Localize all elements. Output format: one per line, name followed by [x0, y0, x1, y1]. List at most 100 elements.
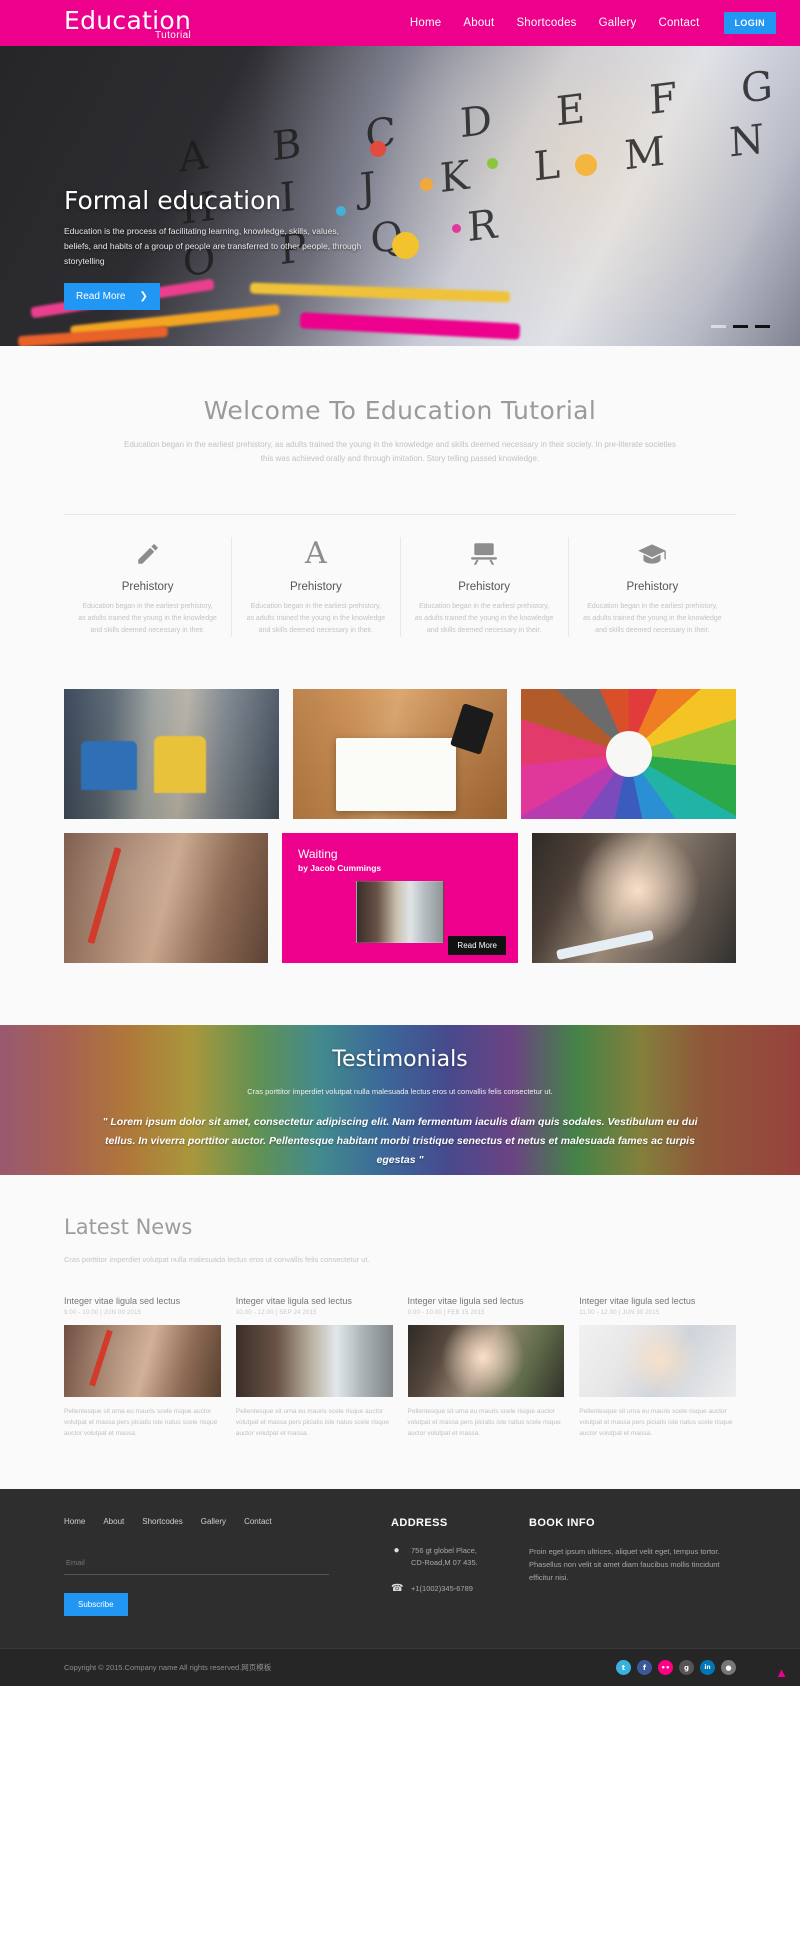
news-item[interactable]: Integer vitae ligula sed lectus 9.00 - 1…: [407, 1296, 565, 1439]
news-item-date: 9.00 - 10.00 | JUN 09 2015: [64, 1310, 142, 1316]
page-root: Education Tutorial Home About Shortcodes…: [0, 0, 800, 1686]
news-item[interactable]: Integer vitae ligula sed lectus 9.00 - 1…: [64, 1296, 221, 1439]
carousel-dot-3[interactable]: [755, 325, 770, 328]
nav-item-about[interactable]: About: [463, 17, 494, 29]
footer-address-column: ADDRESS ● 756 gt globel Place, CD-Road,M…: [329, 1517, 509, 1616]
gallery-tile-desk-notebook-phone-coffee[interactable]: [292, 689, 508, 819]
phone-icon: ☎: [391, 1583, 404, 1594]
hero-description: Education is the process of facilitating…: [64, 226, 362, 266]
decor-dot: [452, 224, 461, 233]
main-nav: Home About Shortcodes Gallery Contact LO…: [410, 12, 776, 34]
decor-dot: [487, 158, 498, 169]
decor-dot: [575, 154, 597, 176]
gallery-tile-classroom-kids-computers[interactable]: [64, 689, 279, 819]
feature-text: Education began in the earliest prehisto…: [246, 603, 386, 634]
news-item-text: Pellentesque sit urna eu mauris scele ri…: [64, 1408, 218, 1437]
feature-card-1[interactable]: Prehistory Education began in the earlie…: [64, 537, 233, 637]
copyright-text: Copyright © 2015.Company name All rights…: [64, 1663, 272, 1672]
footer-links-column: Home About Shortcodes Gallery Contact Su…: [64, 1517, 329, 1616]
linkedin-icon[interactable]: in: [700, 1660, 715, 1675]
carousel-dot-1[interactable]: [711, 325, 726, 328]
pencil-icon: [78, 537, 217, 571]
flickr-icon[interactable]: ••: [658, 1660, 673, 1675]
gallery-tile-child-writing-marker[interactable]: [532, 833, 736, 963]
arrow-up-icon[interactable]: ▲: [775, 1665, 788, 1680]
testimonials-quote: " Lorem ipsum dolor sit amet, consectetu…: [102, 1116, 698, 1166]
map-pin-icon: ●: [393, 1545, 400, 1556]
hero-read-more-button[interactable]: Read More ❯: [64, 283, 160, 310]
hero-carousel: A B C D E F G H I J K L M N O P Q R Form…: [0, 46, 800, 346]
google-plus-icon[interactable]: g: [679, 1660, 694, 1675]
carousel-indicators: [711, 325, 770, 328]
brand-logo[interactable]: Education Tutorial: [64, 6, 191, 41]
facebook-icon[interactable]: f: [637, 1660, 652, 1675]
news-item-title: Integer vitae ligula sed lectus: [579, 1296, 696, 1306]
footer-nav-item-gallery[interactable]: Gallery: [201, 1517, 226, 1526]
news-item-thumbnail: [407, 1325, 565, 1397]
footer-address-line: ● 756 gt globel Place, CD-Road,M 07 435.: [391, 1545, 509, 1569]
decor-dot: [420, 178, 433, 191]
desk-monitor-icon: [415, 537, 554, 571]
hero-title: Formal education: [64, 186, 282, 215]
welcome-section: Welcome To Education Tutorial Education …: [0, 346, 800, 637]
gallery-feature-title: Waiting: [298, 847, 338, 861]
latest-news-row: Integer vitae ligula sed lectus 9.00 - 1…: [64, 1296, 736, 1439]
testimonials-section: Testimonials Cras porttitor imperdiet vo…: [0, 1025, 800, 1175]
decor-dot: [370, 141, 386, 157]
news-item-title: Integer vitae ligula sed lectus: [407, 1296, 524, 1306]
news-item-date: 10.00 - 12.00 | SEP 24 2015: [235, 1310, 317, 1316]
news-item-text: Pellentesque sit urna eu mauris scele ri…: [235, 1408, 389, 1437]
feature-card-3[interactable]: Prehistory Education began in the earlie…: [401, 537, 569, 637]
welcome-title: Welcome To Education Tutorial: [203, 396, 597, 425]
footer-nav-item-about[interactable]: About: [103, 1517, 124, 1526]
footer-nav-item-shortcodes[interactable]: Shortcodes: [142, 1517, 182, 1526]
graduation-cap-icon: [583, 537, 722, 571]
feature-card-2[interactable]: A Prehistory Education began in the earl…: [232, 536, 401, 637]
nav-item-shortcodes[interactable]: Shortcodes: [516, 17, 576, 29]
news-item-title: Integer vitae ligula sed lectus: [64, 1296, 181, 1306]
newsletter-email-input[interactable]: [64, 1553, 329, 1575]
footer-nav: Home About Shortcodes Gallery Contact: [64, 1517, 329, 1526]
site-footer: Home About Shortcodes Gallery Contact Su…: [0, 1489, 800, 1648]
feature-card-4[interactable]: Prehistory Education began in the earlie…: [569, 537, 736, 637]
footer-book-info-column: BOOK INFO Proin eget ipsum ultrices, ali…: [509, 1517, 736, 1616]
hero-caption: Formal education Education is the proces…: [64, 186, 364, 310]
features-row: Prehistory Education began in the earlie…: [64, 514, 736, 637]
gallery-tile-child-writing-pencil[interactable]: [64, 833, 268, 963]
news-item[interactable]: Integer vitae ligula sed lectus 10.00 - …: [235, 1296, 393, 1439]
news-item-date: 11.00 - 12.00 | JUN 30 2015: [579, 1310, 660, 1316]
gallery-feature-author: by Jacob Cummings: [298, 863, 382, 873]
carousel-dot-2[interactable]: [733, 325, 748, 328]
gallery-tile-colored-pencils-circle[interactable]: [521, 689, 737, 819]
footer-address-heading: ADDRESS: [391, 1517, 448, 1529]
login-button[interactable]: LOGIN: [723, 12, 776, 34]
brand-title: Education: [64, 5, 192, 35]
hero-read-more-label: Read More: [76, 291, 126, 302]
rss-icon[interactable]: ●: [721, 1660, 736, 1675]
nav-item-home[interactable]: Home: [410, 17, 441, 29]
footer-nav-item-home[interactable]: Home: [64, 1517, 85, 1526]
feature-text: Education began in the earliest prehisto…: [78, 603, 217, 634]
news-item-text: Pellentesque sit urna eu mauris scele ri…: [579, 1408, 733, 1437]
news-item[interactable]: Integer vitae ligula sed lectus 11.00 - …: [579, 1296, 736, 1439]
gallery-feature-read-more-button[interactable]: Read More: [448, 936, 506, 955]
subscribe-button[interactable]: Subscribe: [64, 1593, 128, 1616]
twitter-icon[interactable]: t: [616, 1660, 631, 1675]
news-item-thumbnail: [235, 1325, 393, 1397]
testimonials-subtitle: Cras porttitor imperdiet volutpat nulla …: [247, 1087, 553, 1096]
latest-news-title: Latest News: [64, 1215, 193, 1239]
feature-title: Prehistory: [458, 581, 511, 593]
gallery-feature-card[interactable]: Waiting by Jacob Cummings Read More: [282, 833, 518, 963]
gallery-section: Waiting by Jacob Cummings Read More: [0, 637, 800, 1025]
feature-title: Prehistory: [121, 581, 174, 593]
nav-item-contact[interactable]: Contact: [658, 17, 699, 29]
gallery-row-2: Waiting by Jacob Cummings Read More: [64, 833, 736, 963]
footer-phone-value: +1(1002)345-6789: [411, 1584, 473, 1593]
footer-book-text: Proin eget ipsum ultrices, aliquet velit…: [529, 1547, 720, 1582]
feature-text: Education began in the earliest prehisto…: [583, 603, 722, 634]
footer-nav-item-contact[interactable]: Contact: [244, 1517, 272, 1526]
news-item-thumbnail: [579, 1325, 736, 1397]
chevron-right-icon: ❯: [139, 291, 148, 302]
nav-item-gallery[interactable]: Gallery: [599, 17, 637, 29]
letter-a-icon: A: [305, 536, 327, 571]
